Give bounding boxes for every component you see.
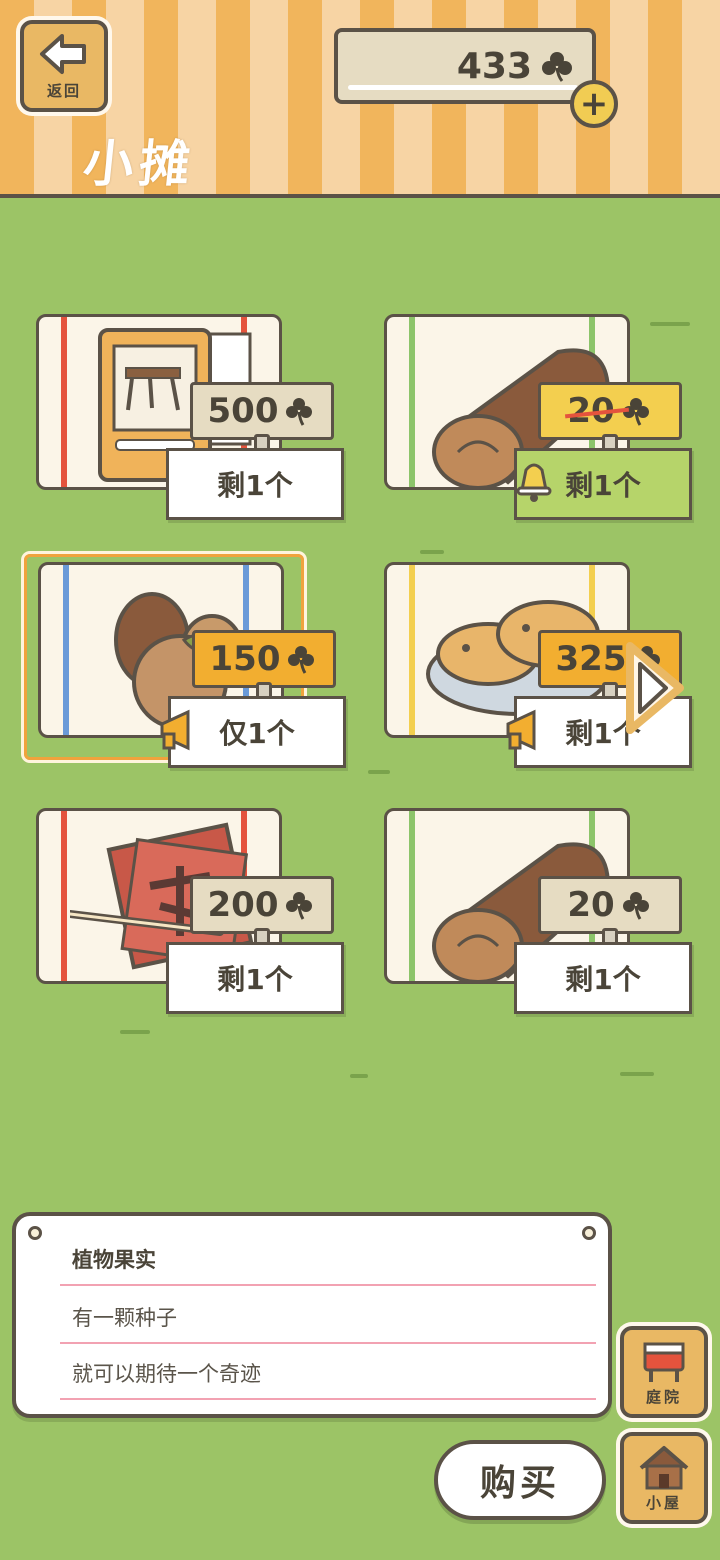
shop-item-plant-fruit[interactable]: 150 仅1个 (24, 554, 362, 792)
sale-price-tag: 20 (538, 382, 682, 440)
price-value: 325 (555, 639, 627, 679)
header-bar: 返回 小摊 433 + (0, 0, 720, 198)
grass-tuft (350, 1074, 368, 1078)
clover-balance: 433 (334, 28, 596, 104)
price-value: 150 (209, 639, 281, 679)
price-tag: 500 (190, 382, 334, 440)
clover-icon (288, 646, 315, 674)
page-title: 小摊 (80, 135, 199, 193)
back-button[interactable]: 返回 (20, 20, 108, 112)
shop-item-catalog[interactable]: 500 剩1个 (30, 314, 360, 544)
plus-icon: + (579, 84, 609, 124)
price-tag: 20 (538, 876, 682, 934)
back-arrow-icon (40, 33, 86, 74)
yard-button[interactable]: 庭院 (620, 1326, 708, 1418)
item-description-board: 植物果实 有一颗种子 就可以期待一个奇迹 (12, 1212, 612, 1418)
yard-label: 庭院 (645, 1387, 682, 1406)
shop-item-calligraphy[interactable]: 200 剩1个 (30, 808, 360, 1038)
description-title: 植物果实 (60, 1230, 596, 1286)
stock-label: 剩1个 (166, 942, 344, 1014)
price-value: 200 (207, 885, 279, 925)
stock-label: 剩1个 (166, 448, 344, 520)
price-tag: 150 (192, 630, 336, 688)
clover-icon (542, 52, 572, 82)
description-line-1: 有一颗种子 (60, 1288, 596, 1344)
clover-icon (622, 892, 649, 920)
pin-icon (28, 1226, 42, 1240)
clover-icon (286, 892, 313, 920)
next-page-arrow-icon[interactable] (624, 640, 686, 736)
shop-item-log-sale[interactable]: 20 剩1个 (378, 314, 708, 544)
house-icon (639, 1445, 689, 1489)
price-value: 20 (567, 885, 615, 925)
megaphone-icon (506, 709, 536, 751)
clover-amount: 433 (456, 45, 532, 87)
grass-tuft (620, 1072, 654, 1076)
grass-tuft (420, 550, 444, 554)
clover-icon (286, 398, 313, 426)
price-tag: 200 (190, 876, 334, 934)
back-label: 返回 (46, 81, 81, 100)
yard-icon (643, 1342, 685, 1382)
house-label: 小屋 (645, 1493, 682, 1512)
balance-shine (348, 85, 578, 90)
megaphone-icon (160, 709, 190, 751)
description-line-2: 就可以期待一个奇迹 (60, 1344, 596, 1400)
house-button[interactable]: 小屋 (620, 1432, 708, 1524)
buy-button[interactable]: 购买 (434, 1440, 606, 1520)
add-clover-button[interactable]: + (570, 80, 618, 128)
price-value: 500 (207, 391, 279, 431)
shop-item-log[interactable]: 20 剩1个 (378, 808, 708, 1038)
stock-label: 剩1个 (514, 942, 692, 1014)
bell-icon (516, 463, 552, 502)
